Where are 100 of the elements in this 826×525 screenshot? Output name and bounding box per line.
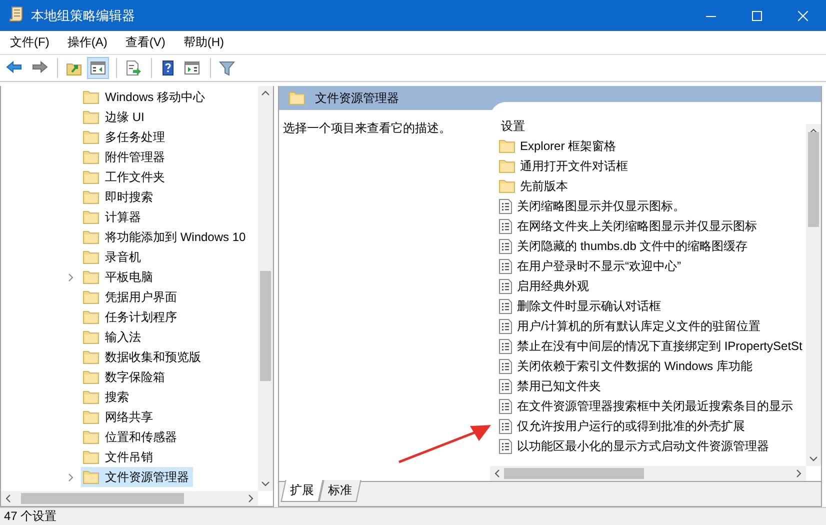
tree-item[interactable]: 数据收集和预览版 [81, 347, 205, 367]
folder-icon [83, 410, 99, 424]
policy-item[interactable]: 在文件资源管理器搜索框中关闭最近搜索条目的显示 [499, 396, 793, 416]
scroll-up-icon[interactable] [261, 90, 270, 96]
tree-item[interactable]: 搜索 [81, 387, 133, 407]
tree-item[interactable]: 将功能添加到 Windows 10 [81, 227, 250, 247]
scroll-right-icon[interactable] [248, 494, 254, 503]
tree-item[interactable]: 凭据用户界面 [81, 287, 181, 307]
policy-item[interactable]: 在网络文件夹上关闭缩略图显示并仅显示图标 [499, 216, 757, 236]
scroll-down-icon[interactable] [809, 456, 818, 462]
scroll-up-icon[interactable] [809, 128, 818, 134]
maximize-icon [752, 10, 762, 20]
pane-title: 文件资源管理器 [315, 90, 399, 106]
details-pane-icon [183, 59, 201, 77]
folder-icon [83, 210, 99, 224]
policy-icon [499, 198, 512, 214]
folder-icon [83, 110, 99, 124]
policy-item[interactable]: 关闭缩略图显示并仅显示图标。 [499, 196, 685, 216]
status-text: 47 个设置 [4, 508, 57, 525]
policy-item[interactable]: 禁止在没有中间层的情况下直接绑定到 IPropertySetSt [499, 336, 802, 356]
tree-item[interactable]: 边缘 UI [81, 107, 148, 127]
menu-item[interactable]: 操作(A) [61, 32, 114, 53]
policy-item[interactable]: 用户/计算机的所有默认库定义文件的驻留位置 [499, 316, 760, 336]
folder-icon [499, 179, 515, 193]
tree-item[interactable]: 计算器 [81, 207, 145, 227]
policy-item[interactable]: 启用经典外观 [499, 276, 589, 296]
tree-item[interactable]: 文件吊销 [81, 447, 157, 467]
menu-item[interactable]: 查看(V) [119, 32, 172, 53]
scroll-thumb[interactable] [504, 468, 644, 479]
tab[interactable]: 标准 [318, 480, 362, 502]
scroll-thumb[interactable] [260, 271, 271, 381]
scroll-left-icon[interactable] [5, 494, 11, 503]
policy-icon [499, 278, 512, 294]
policy-item[interactable]: 以功能区最小化的显示方式启动文件资源管理器 [499, 436, 769, 456]
policy-icon [499, 318, 512, 334]
scroll-right-icon[interactable] [796, 469, 802, 478]
policy-item[interactable]: 仅允许按用户运行的或得到批准的外壳扩展 [499, 416, 745, 436]
scroll-left-icon[interactable] [494, 469, 500, 478]
expand-chevron-icon[interactable] [68, 472, 74, 482]
policy-icon [499, 418, 512, 434]
horizontal-scrollbar[interactable] [1, 491, 258, 506]
menu-item[interactable]: 文件(F) [4, 32, 56, 53]
vertical-scrollbar[interactable] [258, 86, 273, 491]
export-list-icon [124, 59, 142, 77]
folder-item[interactable]: Explorer 框架窗格 [499, 136, 616, 156]
policy-item[interactable]: 关闭依赖于索引文件数据的 Windows 库功能 [499, 356, 752, 376]
folder-icon [83, 390, 99, 404]
folder-icon [83, 170, 99, 184]
folder-icon [83, 230, 99, 244]
policy-item[interactable]: 在用户登录时不显示“欢迎中心” [499, 256, 681, 276]
scroll-icon [9, 6, 23, 22]
folder-icon [289, 91, 305, 105]
tree-item[interactable]: 工作文件夹 [81, 167, 169, 187]
scroll-down-icon[interactable] [261, 481, 270, 487]
folder-icon [83, 370, 99, 384]
horizontal-scrollbar[interactable] [490, 466, 806, 481]
policy-icon [499, 358, 512, 374]
folder-icon [83, 430, 99, 444]
folder-item[interactable]: 通用打开文件对话框 [499, 156, 628, 176]
filter-icon [218, 59, 236, 77]
column-header[interactable]: 设置 [490, 102, 821, 136]
tree-item[interactable]: 数字保险箱 [81, 367, 169, 387]
tree-item[interactable]: 录音机 [81, 247, 145, 267]
tree-item[interactable]: 任务计划程序 [81, 307, 181, 327]
folder-icon [83, 90, 99, 104]
folder-icon [83, 270, 99, 284]
policy-icon [499, 338, 512, 354]
folder-icon [83, 330, 99, 344]
folder-icon [83, 290, 99, 304]
vertical-scrollbar[interactable] [806, 124, 821, 466]
tree-item[interactable]: 附件管理器 [81, 147, 169, 167]
tab[interactable]: 扩展 [280, 480, 324, 502]
tree-item[interactable]: 平板电脑 [81, 267, 157, 287]
tree-item[interactable]: 输入法 [81, 327, 145, 347]
folder-icon [83, 470, 99, 484]
tree-item[interactable]: 网络共享 [81, 407, 157, 427]
scroll-thumb[interactable] [21, 493, 184, 504]
tree-pane-button[interactable] [87, 57, 109, 79]
menu-item[interactable]: 帮助(H) [177, 32, 230, 53]
folder-icon [83, 250, 99, 264]
scroll-thumb[interactable] [808, 132, 819, 227]
policy-item[interactable]: 关闭隐藏的 thumbs.db 文件中的缩略图缓存 [499, 236, 748, 256]
folder-icon [499, 139, 515, 153]
policy-icon [499, 218, 512, 234]
tree-item[interactable]: 即时搜索 [81, 187, 157, 207]
policy-item[interactable]: 禁用已知文件夹 [499, 376, 601, 396]
folder-item[interactable]: 先前版本 [499, 176, 568, 196]
close-icon [798, 10, 808, 20]
window-title: 本地组策略编辑器 [31, 6, 135, 24]
folder-icon [499, 159, 515, 173]
policy-item[interactable]: 删除文件时显示确认对话框 [499, 296, 661, 316]
tree-item[interactable]: 文件资源管理器 [81, 467, 193, 487]
tree-item[interactable]: 位置和传感器 [81, 427, 181, 447]
folder-icon [83, 350, 99, 364]
policy-icon [499, 398, 512, 414]
expand-chevron-icon[interactable] [68, 272, 74, 282]
folder-icon [83, 450, 99, 464]
tree-item[interactable]: Windows 移动中心 [81, 87, 210, 107]
tree-item[interactable]: 多任务处理 [81, 127, 169, 147]
policy-icon [499, 378, 512, 394]
